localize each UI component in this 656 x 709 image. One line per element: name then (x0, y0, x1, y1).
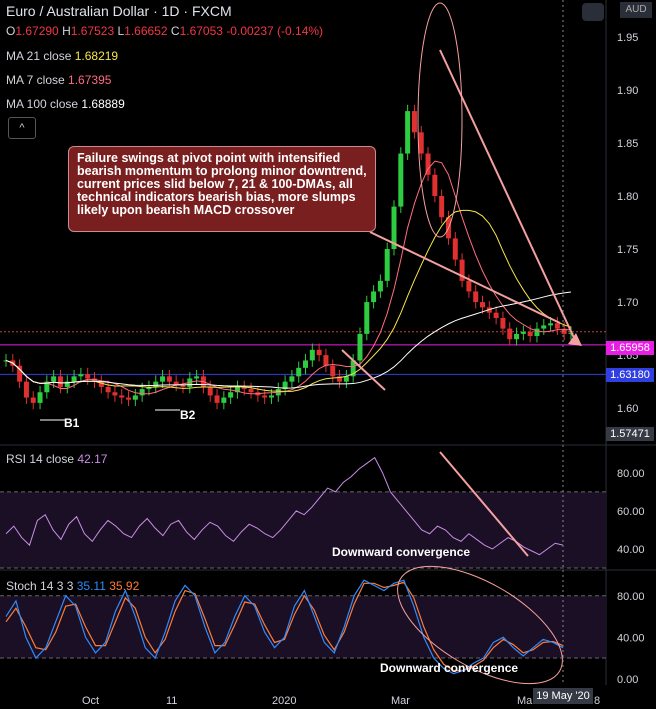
candle-body (214, 395, 220, 403)
stoch-k-value: 35.11 (76, 579, 106, 593)
candle-body (439, 195, 445, 218)
candle-body (309, 349, 315, 361)
stoch-note: Downward convergence (380, 661, 519, 675)
candle-body (480, 302, 486, 308)
candle-body (418, 132, 424, 154)
candle-body (105, 386, 111, 393)
stoch-y-tick: 40.00 (617, 632, 645, 644)
x-axis-tick: 2020 (272, 695, 296, 707)
candle-body (384, 249, 390, 281)
candle-body (364, 302, 370, 334)
candle-body (119, 395, 125, 398)
price-y-tick: 1.95 (617, 32, 638, 44)
candle-body (357, 333, 363, 361)
candle-body (534, 328, 540, 337)
candle-body (160, 376, 166, 382)
candle-body (78, 374, 84, 377)
candle-body (194, 376, 200, 379)
candle-body (57, 376, 63, 387)
price-y-tick: 1.70 (617, 297, 638, 309)
price-tag-level: 1.63180 (606, 368, 654, 382)
candle-body (548, 323, 554, 326)
candle-body (330, 365, 336, 377)
candle-body (303, 360, 309, 368)
x-axis-tick: 8 (594, 695, 600, 707)
arrow-head (568, 333, 582, 346)
price-tag-current: 1.65958 (606, 341, 654, 355)
candle-body (126, 397, 132, 400)
stoch-legend[interactable]: Stoch 14 3 3 35.11 35.92 (6, 579, 139, 593)
ma100-line (5, 291, 572, 389)
candle-body (541, 325, 547, 329)
ma21-line (5, 209, 572, 392)
candle-body (493, 312, 499, 318)
price-y-tick: 1.80 (617, 191, 638, 203)
stoch-title: Stoch 14 3 3 (6, 579, 74, 593)
candle-body (405, 111, 411, 154)
candle-body (166, 376, 172, 382)
candle-body (228, 392, 234, 398)
candle-body (85, 374, 91, 379)
x-axis-tick: Mar (391, 695, 410, 707)
candle-body (527, 331, 533, 337)
candle-body (296, 367, 302, 377)
candle-body (71, 376, 77, 382)
candle-body (248, 389, 254, 393)
x-axis-tick: Ma (517, 695, 533, 707)
candle-body (371, 291, 377, 303)
x-axis-tick: 11 (166, 695, 177, 707)
price-y-tick: 1.90 (617, 85, 638, 97)
candle-body (520, 331, 526, 334)
x-axis-tick: Oct (82, 695, 99, 707)
price-tag-crosshair: 1.57471 (606, 427, 654, 441)
candle-body (262, 395, 268, 398)
candle-body (554, 323, 560, 329)
b2-label: B2 (180, 408, 196, 422)
rsi-y-tick: 40.00 (617, 544, 645, 556)
trend-arrow (439, 49, 576, 341)
candle-body (411, 111, 417, 133)
candle-body (323, 355, 329, 366)
candle-body (432, 174, 438, 196)
price-y-tick: 1.85 (617, 138, 638, 150)
stoch-d-value: 35.92 (109, 579, 140, 593)
rsi-y-tick: 60.00 (617, 506, 645, 518)
candle-body (507, 328, 513, 340)
rsi-title: RSI 14 close (6, 452, 75, 466)
candle-body (514, 333, 520, 340)
candle-body (132, 395, 138, 400)
candle-body (37, 392, 43, 403)
analysis-annotation: Failure swings at pivot point with inten… (68, 146, 376, 232)
price-y-tick: 1.75 (617, 244, 638, 256)
candle-body (289, 376, 295, 382)
rsi-legend[interactable]: RSI 14 close 42.17 (6, 452, 107, 466)
rsi-value: 42.17 (77, 452, 108, 466)
chart-canvas[interactable]: 1.951.901.851.801.751.701.651.6080.0060.… (0, 0, 656, 709)
candle-body (377, 280, 383, 292)
price-y-tick: 1.60 (617, 403, 638, 415)
candle-body (452, 238, 458, 260)
candle-body (23, 381, 29, 398)
candle-body (207, 386, 213, 396)
rsi-band (0, 491, 606, 568)
candle-body (51, 376, 57, 382)
candle-body (473, 291, 479, 303)
candle-body (221, 397, 227, 403)
candle-body (268, 395, 274, 398)
candle-body (466, 280, 472, 292)
stoch-y-tick: 80.00 (617, 591, 645, 603)
stoch-y-tick: 0.00 (617, 674, 638, 686)
candle-body (398, 153, 404, 207)
candle-body (112, 392, 118, 396)
candle-body (30, 397, 36, 403)
candle-body (500, 317, 506, 329)
candle-body (139, 389, 145, 396)
b1-label: B1 (64, 416, 80, 430)
crosshair-date-tag: 19 May '20 (533, 688, 593, 704)
rsi-y-tick: 80.00 (617, 468, 645, 480)
candle-body (153, 381, 159, 387)
candle-body (316, 349, 322, 356)
rsi-note: Downward convergence (332, 545, 471, 559)
